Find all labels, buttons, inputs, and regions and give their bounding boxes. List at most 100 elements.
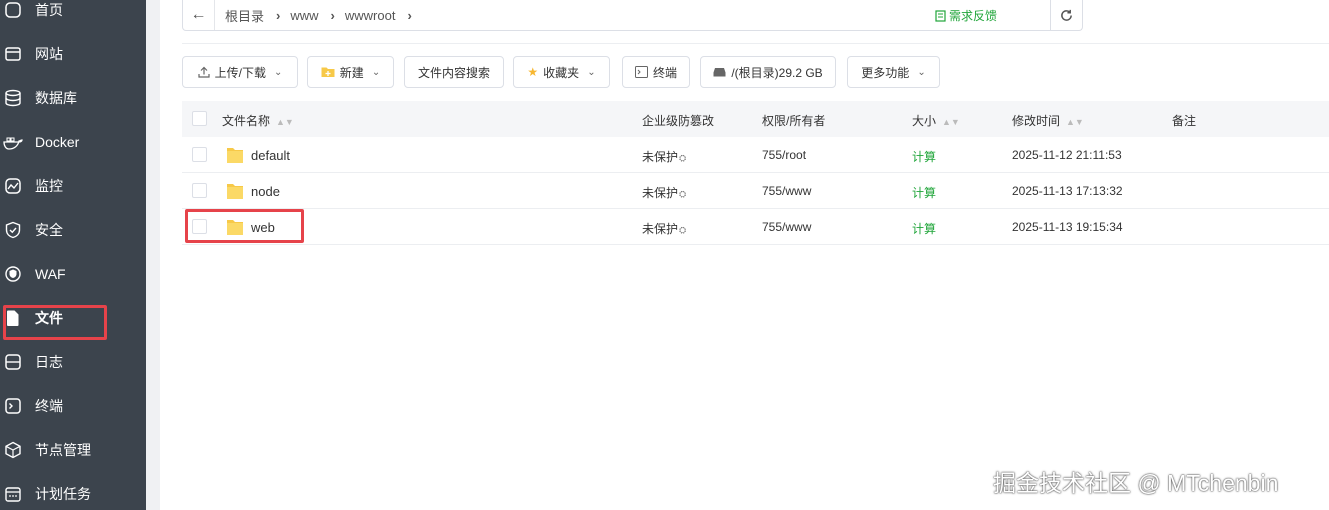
lock-icon: ⛭: [679, 225, 687, 235]
more-functions-button[interactable]: 更多功能 ⌄: [847, 56, 940, 88]
shield-icon: [3, 220, 23, 240]
breadcrumb-www[interactable]: www: [290, 8, 318, 23]
content-search-button[interactable]: 文件内容搜索: [404, 56, 504, 88]
sidebar-item-terminal[interactable]: 终端: [0, 386, 146, 426]
website-icon: [3, 44, 23, 64]
waf-icon: [3, 264, 23, 284]
protect-status[interactable]: 未保护⛭: [642, 220, 686, 237]
more-functions-label: 更多功能: [861, 65, 910, 80]
database-icon: [3, 88, 23, 108]
calc-size-link[interactable]: 计算: [912, 184, 936, 201]
chevron-right-icon: ›: [330, 7, 335, 23]
sort-icon: ▲▼: [1066, 117, 1084, 127]
files-highlight-box: [3, 305, 107, 340]
back-button[interactable]: ←: [183, 0, 215, 30]
disk-icon: [713, 68, 726, 77]
table-row[interactable]: web 未保护⛭ 755/www 计算 2025-11-13 19:15:34: [182, 209, 1329, 245]
terminal-icon: [634, 66, 648, 78]
table-header: 文件名称 ▲▼ 企业级防篡改 权限/所有者 大小 ▲▼ 修改时间 ▲▼ 备注: [182, 101, 1329, 137]
chevron-down-icon: ⌄: [917, 66, 926, 78]
sidebar-item-nodes[interactable]: 节点管理: [0, 430, 146, 470]
chevron-down-icon: ⌄: [371, 66, 381, 78]
sidebar-item-waf[interactable]: WAF: [0, 254, 146, 294]
terminal-label: 终端: [652, 65, 677, 80]
sidebar-item-cron[interactable]: 计划任务: [0, 474, 146, 510]
column-header-mtime[interactable]: 修改时间 ▲▼: [1012, 112, 1084, 129]
permission-owner[interactable]: 755/root: [762, 148, 806, 162]
sidebar-item-label: 网站: [35, 46, 63, 62]
breadcrumb-root[interactable]: 根目录: [225, 6, 264, 25]
node-icon: [3, 440, 23, 460]
sidebar-item-docker[interactable]: Docker: [0, 122, 146, 162]
sidebar-item-label: 节点管理: [35, 442, 91, 458]
row-checkbox[interactable]: [192, 183, 207, 198]
column-header-name[interactable]: 文件名称 ▲▼: [222, 112, 294, 129]
terminal-icon: [3, 396, 23, 416]
permission-owner[interactable]: 755/www: [762, 184, 811, 198]
calc-size-link[interactable]: 计算: [912, 220, 936, 237]
modified-time: 2025-11-13 17:13:32: [1012, 184, 1123, 198]
feedback-link[interactable]: 需求反馈: [935, 7, 997, 24]
home-icon: [3, 0, 23, 20]
new-label: 新建: [339, 65, 364, 80]
row-checkbox[interactable]: [192, 147, 207, 162]
log-icon: [3, 352, 23, 372]
table-row[interactable]: node 未保护⛭ 755/www 计算 2025-11-13 17:13:32: [182, 173, 1329, 209]
arrow-left-icon: ←: [190, 6, 207, 23]
sidebar-item-label: WAF: [35, 266, 66, 282]
chevron-down-icon: ⌄: [587, 66, 596, 78]
calc-size-link[interactable]: 计算: [912, 148, 936, 165]
divider: [182, 43, 1329, 44]
calendar-icon: [3, 484, 23, 504]
favorites-label: 收藏夹: [543, 65, 580, 80]
docker-icon: [3, 132, 23, 152]
new-folder-icon: [321, 67, 335, 77]
new-button[interactable]: 新建 ⌄: [307, 56, 394, 88]
column-header-note: 备注: [1172, 114, 1197, 128]
chevron-right-icon: ›: [276, 7, 281, 23]
file-manager-panel: ← 根目录 › www › wwwroot › 需求反馈 上传/下载 ⌄ 新建 …: [160, 0, 1329, 510]
permission-owner[interactable]: 755/www: [762, 220, 811, 234]
file-name[interactable]: default: [251, 148, 290, 163]
disk-button[interactable]: /(根目录)29.2 GB: [700, 56, 836, 88]
sidebar-item-logs[interactable]: 日志: [0, 342, 146, 382]
sidebar-item-label: 终端: [35, 398, 63, 414]
sidebar-item-security[interactable]: 安全: [0, 210, 146, 250]
refresh-button[interactable]: [1050, 0, 1082, 30]
terminal-button[interactable]: 终端: [622, 56, 690, 88]
sidebar-item-label: 安全: [35, 222, 63, 238]
upload-download-button[interactable]: 上传/下载 ⌄: [182, 56, 298, 88]
star-icon: ★: [527, 65, 539, 79]
upload-icon: [198, 66, 210, 78]
sort-icon: ▲▼: [276, 117, 294, 127]
chevron-right-icon: ›: [407, 7, 412, 23]
modified-time: 2025-11-13 19:15:34: [1012, 220, 1123, 234]
sidebar-item-home[interactable]: 首页: [0, 0, 146, 30]
sidebar-item-label: 首页: [35, 2, 63, 18]
sidebar-item-label: 计划任务: [35, 486, 91, 502]
file-name[interactable]: node: [251, 184, 280, 199]
lock-icon: ⛭: [679, 189, 687, 199]
sidebar-item-database[interactable]: 数据库: [0, 78, 146, 118]
content-search-label: 文件内容搜索: [417, 65, 490, 80]
table-row[interactable]: default 未保护⛭ 755/root 计算 2025-11-12 21:1…: [182, 137, 1329, 173]
breadcrumb-wwwroot[interactable]: wwwroot: [345, 8, 396, 23]
watermark: 掘金技术社区 @ MTchenbin: [993, 470, 1279, 496]
sidebar-item-label: 数据库: [35, 90, 77, 106]
sidebar-item-website[interactable]: 网站: [0, 34, 146, 74]
sidebar-item-monitor[interactable]: 监控: [0, 166, 146, 206]
folder-icon: [227, 184, 243, 199]
protect-status[interactable]: 未保护⛭: [642, 148, 686, 165]
select-all-checkbox[interactable]: [192, 111, 207, 126]
disk-label: /(根目录)29.2 GB: [731, 65, 823, 80]
modified-time: 2025-11-12 21:11:53: [1012, 148, 1122, 162]
column-header-size[interactable]: 大小 ▲▼: [912, 112, 960, 129]
sidebar-item-label: Docker: [35, 134, 80, 150]
web-row-highlight-box: [185, 209, 304, 243]
lock-icon: ⛭: [679, 153, 687, 163]
protect-status[interactable]: 未保护⛭: [642, 184, 686, 201]
upload-download-label: 上传/下载: [214, 65, 266, 80]
feedback-icon: [935, 9, 946, 22]
favorites-button[interactable]: ★ 收藏夹 ⌄: [513, 56, 610, 88]
sidebar-item-label: 监控: [35, 178, 63, 194]
